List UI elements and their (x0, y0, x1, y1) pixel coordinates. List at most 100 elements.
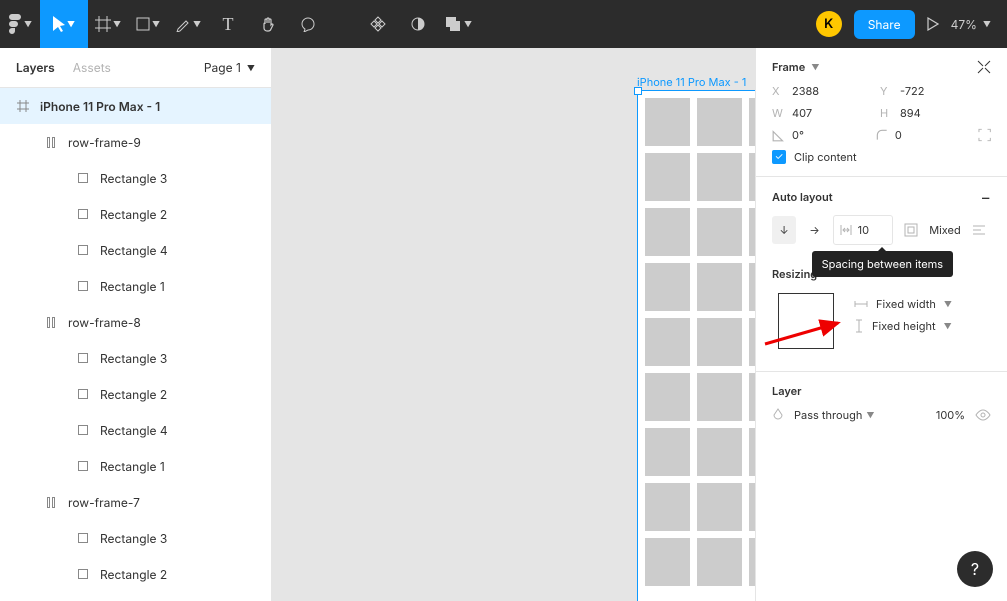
grid-rectangle[interactable] (645, 428, 690, 476)
angle-icon (772, 128, 786, 142)
resizing-constraints-box[interactable] (778, 293, 834, 349)
hand-tool-button[interactable] (248, 0, 288, 48)
grid-rectangle[interactable] (697, 318, 742, 366)
layer-name: Rectangle 4 (100, 423, 168, 438)
grid-rectangle[interactable] (645, 373, 690, 421)
grid-rectangle[interactable] (749, 428, 756, 476)
y-field[interactable]: Y-722 (880, 84, 980, 98)
layer-row[interactable]: row-frame-8 (0, 304, 271, 340)
direction-vertical-button[interactable]: ↓ (772, 216, 796, 244)
blend-mode-icon[interactable] (772, 408, 784, 422)
present-button[interactable] (927, 0, 939, 48)
share-button[interactable]: Share (854, 10, 915, 39)
alignment-button[interactable] (967, 216, 991, 244)
grid-rectangle[interactable] (697, 208, 742, 256)
frame-section-title[interactable]: Frame (772, 60, 805, 74)
layer-row[interactable]: Rectangle 3 (0, 340, 271, 376)
grid-rectangle[interactable] (697, 98, 742, 146)
assets-tab[interactable]: Assets (73, 60, 111, 75)
layer-row[interactable]: row-frame-9 (0, 124, 271, 160)
shape-tool-button[interactable]: ▼ (128, 0, 168, 48)
selection-handle-tl[interactable] (634, 87, 642, 95)
grid-rectangle[interactable] (749, 318, 756, 366)
height-field[interactable]: H894 (880, 106, 980, 120)
figma-menu-button[interactable]: ▼ (0, 0, 40, 48)
layers-tab[interactable]: Layers (16, 60, 55, 75)
opacity-field[interactable]: 100% (936, 408, 965, 422)
rectangle-icon (76, 459, 90, 473)
layer-row[interactable]: Rectangle 1 (0, 268, 271, 304)
blend-mode-dropdown[interactable]: Pass through▼ (794, 408, 874, 422)
layer-row[interactable]: Rectangle 2 (0, 556, 271, 592)
padding-icon-button[interactable] (899, 216, 923, 244)
grid-rectangle[interactable] (697, 373, 742, 421)
grid-rectangle[interactable] (645, 538, 690, 586)
layer-row[interactable]: row-frame-7 (0, 484, 271, 520)
grid-rectangle[interactable] (749, 208, 756, 256)
layer-section-title: Layer (772, 384, 802, 398)
artboard-label[interactable]: iPhone 11 Pro Max - 1 (637, 75, 746, 89)
grid-rectangle[interactable] (697, 263, 742, 311)
rectangle-icon (76, 207, 90, 221)
width-field[interactable]: W407 (772, 106, 872, 120)
layer-name: row-frame-8 (68, 315, 141, 330)
rotation-field[interactable]: 0° (772, 128, 867, 142)
grid-rectangle[interactable] (749, 263, 756, 311)
grid-rectangle[interactable] (749, 373, 756, 421)
move-tool-button[interactable]: ▼ (40, 0, 88, 48)
corner-radius-field[interactable]: 0 (875, 128, 970, 142)
layer-name: Rectangle 3 (100, 531, 167, 546)
remove-autolayout-button[interactable]: − (980, 189, 991, 205)
visibility-icon[interactable] (975, 409, 991, 421)
x-field[interactable]: X2388 (772, 84, 872, 98)
grid-rectangle[interactable] (749, 98, 756, 146)
layer-row[interactable]: Rectangle 3 (0, 160, 271, 196)
help-button[interactable]: ? (957, 551, 993, 587)
grid-rectangle[interactable] (697, 428, 742, 476)
component-tool-button[interactable] (358, 0, 398, 48)
boolean-tool-button[interactable]: ▼ (438, 0, 478, 48)
rectangle-icon (76, 351, 90, 365)
layer-name: Rectangle 3 (100, 171, 167, 186)
layer-row[interactable]: Rectangle 2 (0, 196, 271, 232)
comment-tool-button[interactable] (288, 0, 328, 48)
user-avatar[interactable]: K (816, 11, 842, 37)
mask-tool-button[interactable] (398, 0, 438, 48)
grid-rectangle[interactable] (749, 538, 756, 586)
grid-rectangle[interactable] (697, 153, 742, 201)
clip-content-checkbox[interactable]: ✓ (772, 150, 786, 164)
grid-rectangle[interactable] (645, 318, 690, 366)
grid-rectangle[interactable] (645, 98, 690, 146)
top-toolbar: ▼ ▼ ▼ ▼ ▼ T (0, 0, 1007, 48)
pen-tool-button[interactable]: ▼ (168, 0, 208, 48)
spacing-input[interactable]: 10 Spacing between items (833, 215, 893, 245)
grid-rectangle[interactable] (749, 153, 756, 201)
artboard-selection[interactable]: 407 × 894 (637, 90, 755, 601)
grid-rectangle[interactable] (645, 208, 690, 256)
grid-rectangle[interactable] (645, 483, 690, 531)
horizontal-resizing-dropdown[interactable]: Fixed width▼ (854, 297, 991, 311)
grid-rectangle[interactable] (749, 483, 756, 531)
grid-rectangle[interactable] (697, 483, 742, 531)
rectangle-icon (76, 531, 90, 545)
grid-rectangle[interactable] (645, 153, 690, 201)
grid-rectangle[interactable] (645, 263, 690, 311)
layer-row[interactable]: iPhone 11 Pro Max - 1 (0, 88, 271, 124)
zoom-dropdown[interactable]: 47%▼ (951, 17, 991, 32)
vertical-resizing-dropdown[interactable]: Fixed height▼ (854, 319, 991, 333)
page-dropdown[interactable]: Page 1▼ (204, 60, 255, 75)
text-tool-button[interactable]: T (208, 0, 248, 48)
autolayout-icon (44, 495, 58, 509)
layer-row[interactable]: Rectangle 1 (0, 448, 271, 484)
layer-row[interactable]: Rectangle 3 (0, 520, 271, 556)
layer-row[interactable]: Rectangle 2 (0, 376, 271, 412)
direction-horizontal-button[interactable]: → (802, 216, 826, 244)
tidy-up-icon[interactable] (977, 60, 991, 74)
grid-rectangle[interactable] (697, 538, 742, 586)
canvas[interactable]: iPhone 11 Pro Max - 1 407 × 894 (272, 48, 755, 601)
padding-value[interactable]: Mixed (929, 223, 961, 237)
layer-row[interactable]: Rectangle 4 (0, 232, 271, 268)
frame-tool-button[interactable]: ▼ (88, 0, 128, 48)
independent-corners-icon[interactable] (978, 128, 991, 142)
layer-row[interactable]: Rectangle 4 (0, 412, 271, 448)
